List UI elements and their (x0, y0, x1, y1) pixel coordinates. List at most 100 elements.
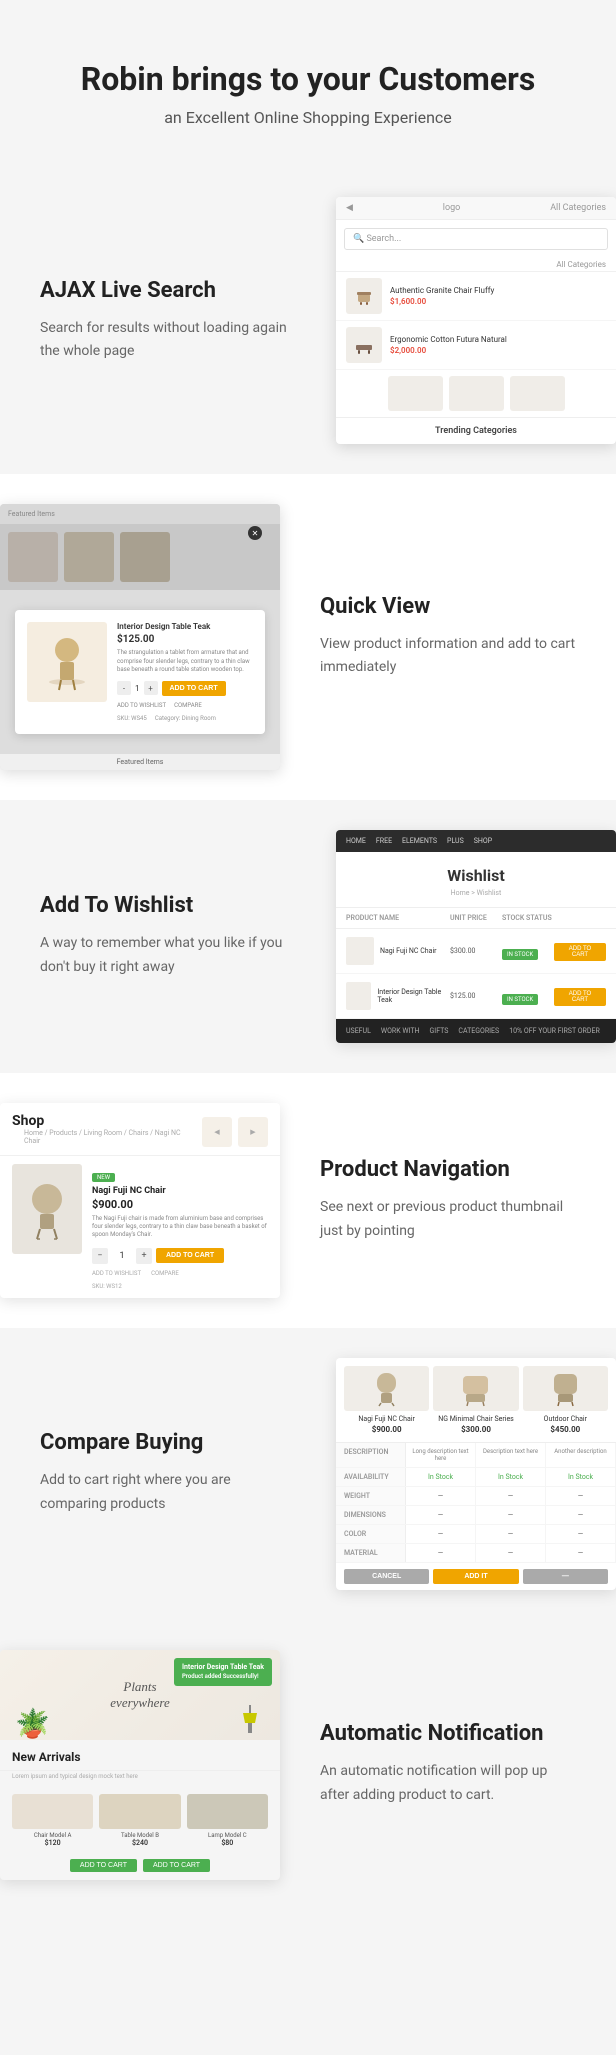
qv-sku: SKU: WS45 (117, 715, 147, 722)
qv-featured-label: Featured Items (0, 754, 280, 770)
feature-ajax-search: AJAX Live Search Search for results with… (0, 167, 616, 474)
compare-product-img-3 (523, 1366, 608, 1411)
shop-qty-row: − 1 + ADD TO CART (92, 1248, 268, 1264)
compare-values-description: Long description text here Description t… (406, 1443, 616, 1467)
ajax-search-description: Search for results without loading again… (40, 317, 296, 365)
feature-product-nav: Shop Home / Products / Living Room / Cha… (0, 1073, 616, 1328)
shop-wishlist-link[interactable]: ADD TO WISHLIST (92, 1270, 141, 1277)
notif-product-img-3 (187, 1794, 268, 1829)
notif-lamp-icon (240, 1705, 260, 1740)
wl-add-btn-1[interactable]: ADD TO CART (554, 943, 606, 961)
notif-product-img-1 (12, 1794, 93, 1829)
qv-wishlist-link[interactable]: ADD TO WISHLIST (117, 702, 166, 709)
wishlist-footer: USEFUL WORK WITH GIFTS CATEGORIES 10% OF… (336, 1019, 616, 1043)
wl-col-status: STOCK STATUS (502, 914, 554, 922)
compare-add-btn-2[interactable]: ADD IT (433, 1569, 518, 1584)
notif-add-btn-1[interactable]: ADD TO CART (70, 1859, 137, 1872)
shop-product-area: NEW Nagi Fuji NC Chair $900.00 The Nagi … (0, 1155, 280, 1298)
compare-row-description: DESCRIPTION Long description text here D… (336, 1443, 616, 1468)
wl-col-product-name: PRODUCT NAME (346, 914, 450, 922)
compare-values-availability: In Stock In Stock In Stock (406, 1468, 616, 1486)
wishlist-breadcrumb: Home > Wishlist (336, 889, 616, 907)
nav-arrow-next[interactable]: ▶ (238, 1117, 268, 1147)
ajax-cat-row (336, 370, 616, 417)
wl-product-name-1: Nagi Fuji NC Chair (380, 947, 437, 955)
product-nav-text: Product Navigation See next or previous … (280, 1127, 616, 1274)
compare-cancel-btn-3[interactable]: — (523, 1569, 608, 1584)
compare-row-weight: WEIGHT — — — (336, 1487, 616, 1506)
wishlist-image: HOME FREE ELEMENTS PLUS SHOP Wishlist Ho… (336, 830, 616, 1043)
compare-product-img-1 (344, 1366, 429, 1411)
compare-row-availability: AVAILABILITY In Stock In Stock In Stock (336, 1468, 616, 1487)
wl-col-price: UNIT PRICE (450, 914, 502, 922)
wl-status-2: IN STOCK (502, 986, 554, 1005)
compare-values-material: — — — (406, 1544, 616, 1562)
quickview-product-details: Interior Design Table Teak $125.00 The s… (117, 622, 253, 721)
qv-compare-link[interactable]: COMPARE (174, 702, 202, 709)
product-nav-description: See next or previous product thumbnail j… (320, 1196, 576, 1244)
wl-product-info-1: Nagi Fuji NC Chair (346, 937, 450, 965)
qv-qty-plus[interactable]: + (144, 681, 158, 695)
shop-product-price: $900.00 (92, 1198, 268, 1211)
notif-popup-text: Interior Design Table Teak (182, 1663, 264, 1673)
wl-status-1: IN STOCK (502, 941, 554, 960)
notification-text: Automatic Notification An automatic noti… (280, 1691, 616, 1838)
shop-qty-value: 1 (112, 1251, 132, 1261)
ajax-cat-item-2 (449, 376, 504, 411)
ajax-search-bar[interactable]: 🔍 Search... (344, 228, 608, 250)
shop-product-tag: NEW (92, 1173, 115, 1182)
ajax-cat-item-3 (510, 376, 565, 411)
notif-add-btn-2[interactable]: ADD TO CART (143, 1859, 210, 1872)
hero-title: Robin brings to your Customers (40, 60, 576, 98)
shop-product-desc: The Nagi Fuji chair is made from alumini… (92, 1215, 268, 1240)
wl-price-1: $300.00 (450, 947, 502, 955)
compare-text: Compare Buying Add to cart right where y… (0, 1400, 336, 1547)
qv-bg-bar: Featured Items (0, 504, 280, 524)
compare-row-color: COLOR — — — (336, 1525, 616, 1544)
shop-qty-plus[interactable]: + (136, 1248, 152, 1264)
wl-add-btn-2[interactable]: ADD TO CART (554, 988, 606, 1006)
qv-qty-minus[interactable]: - (117, 681, 131, 695)
ajax-categories-header: All Categories (336, 258, 616, 272)
notif-plant-icon: 🪴 (15, 1707, 50, 1740)
shop-nav-arrows: ◀ ▶ (202, 1117, 268, 1147)
ajax-cat-item-1 (388, 376, 443, 411)
notif-popup-status: Product added Successfully! (182, 1673, 264, 1681)
compare-product-card-2: NG Minimal Chair Series $300.00 (433, 1366, 518, 1434)
wl-product-info-2: Interior Design Table Teak (346, 982, 450, 1010)
feature-wishlist: Add To Wishlist A way to remember what y… (0, 800, 616, 1073)
wl-product-name-2: Interior Design Table Teak (377, 988, 450, 1004)
compare-image: Nagi Fuji NC Chair $900.00 NG Minimal Ch… (336, 1358, 616, 1590)
notification-description: An automatic notification will pop up af… (320, 1760, 576, 1808)
ajax-mock-browser: ◀ logo All Categories 🔍 Search... All Ca… (336, 197, 616, 444)
ajax-product-row-2: Ergonomic Cotton Futura Natural $2,000.0… (336, 321, 616, 370)
ajax-product-thumb-1 (346, 278, 382, 314)
shop-add-to-cart-button[interactable]: ADD TO CART (156, 1248, 224, 1263)
notif-product-img-2 (99, 1794, 180, 1829)
product-nav-image: Shop Home / Products / Living Room / Cha… (0, 1103, 280, 1298)
quick-view-description: View product information and add to cart… (320, 633, 576, 681)
shop-qty-minus[interactable]: − (92, 1248, 108, 1264)
notification-mock-browser: 🪴 Plantseverywhere Interior Design Table… (0, 1650, 280, 1880)
wl-row-2: Interior Design Table Teak $125.00 IN ST… (336, 974, 616, 1019)
shop-compare-link[interactable]: COMPARE (151, 1270, 179, 1277)
compare-add-row: CANCEL ADD IT — (336, 1563, 616, 1590)
wishlist-nav-bar: HOME FREE ELEMENTS PLUS SHOP (336, 830, 616, 852)
wl-action-1: ADD TO CART (554, 941, 606, 961)
nav-arrow-prev[interactable]: ◀ (202, 1117, 232, 1147)
compare-product-card-1: Nagi Fuji NC Chair $900.00 (344, 1366, 429, 1434)
feature-quick-view: Featured Items (0, 474, 616, 799)
notif-product-card-1: Chair Model A $120 (12, 1794, 93, 1847)
ajax-search-image: ◀ logo All Categories 🔍 Search... All Ca… (336, 197, 616, 444)
wishlist-mock-browser: HOME FREE ELEMENTS PLUS SHOP Wishlist Ho… (336, 830, 616, 1043)
hero-section: Robin brings to your Customers an Excell… (0, 0, 616, 167)
product-nav-title: Product Navigation (320, 1157, 576, 1182)
qv-product-title: Interior Design Table Teak (117, 622, 253, 631)
notif-add-row: ADD TO CART ADD TO CART (0, 1855, 280, 1880)
feature-notification: 🪴 Plantseverywhere Interior Design Table… (0, 1620, 616, 1920)
page-wrapper: Robin brings to your Customers an Excell… (0, 0, 616, 1920)
shop-links: ADD TO WISHLIST COMPARE (92, 1270, 268, 1277)
qv-meta: SKU: WS45 Category: Dining Room (117, 715, 253, 722)
compare-cancel-btn-1[interactable]: CANCEL (344, 1569, 429, 1584)
qv-add-to-cart-button[interactable]: ADD TO CART (162, 681, 226, 696)
